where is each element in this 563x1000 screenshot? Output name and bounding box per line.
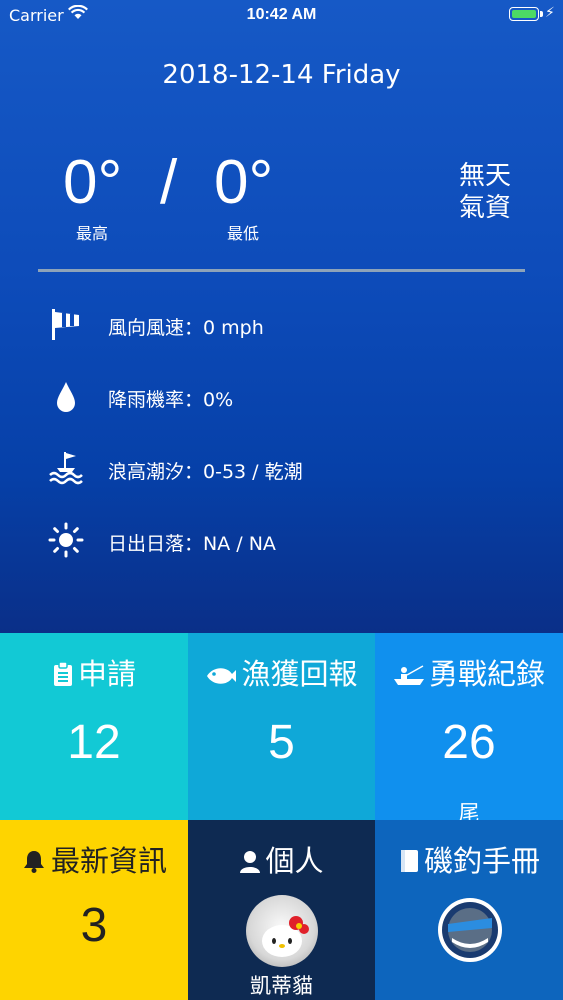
wave-tide-icon bbox=[49, 452, 83, 485]
apply-label: 申請 bbox=[77, 657, 136, 691]
news-label: 最新資訊 bbox=[50, 844, 167, 878]
battle-record-count: 26 bbox=[442, 716, 496, 769]
clipboard-icon bbox=[53, 661, 72, 686]
fishing-boat-icon bbox=[393, 665, 424, 685]
battle-record-tile[interactable]: 勇戰紀錄 26 尾 bbox=[375, 633, 563, 820]
avatar[interactable] bbox=[246, 895, 318, 967]
apply-count: 12 bbox=[67, 716, 121, 769]
status-bar: Carrier 10:42 AM ⚡ bbox=[0, 0, 563, 30]
low-temperature: 0° bbox=[214, 148, 274, 217]
apply-tile[interactable]: 申請 12 bbox=[0, 633, 188, 820]
battle-record-label: 勇戰紀錄 bbox=[428, 657, 545, 691]
low-temperature-label: 最低 bbox=[226, 224, 259, 243]
keelung-logo bbox=[438, 898, 502, 962]
book-icon bbox=[400, 850, 418, 872]
high-temperature: 0° bbox=[63, 148, 123, 217]
charging-icon: ⚡ bbox=[545, 5, 555, 21]
catch-report-label: 漁獲回報 bbox=[241, 657, 358, 691]
user-name: 凱蒂貓 bbox=[250, 974, 313, 998]
battery-icon bbox=[509, 7, 543, 21]
personal-label: 個人 bbox=[265, 844, 324, 878]
wind-text: 風向風速：0 mph bbox=[108, 317, 264, 339]
battle-record-unit: 尾 bbox=[458, 801, 480, 820]
weather-condition: 無天氣資 bbox=[458, 161, 511, 223]
news-tile[interactable]: 最新資訊 3 bbox=[0, 820, 188, 1000]
weather-panel: Carrier 10:42 AM ⚡ 2018-12-14 Friday 0° … bbox=[0, 0, 563, 633]
raindrop-icon bbox=[57, 382, 75, 412]
windsock-icon bbox=[52, 309, 79, 340]
news-count: 3 bbox=[80, 899, 108, 952]
status-time: 10:42 AM bbox=[246, 6, 317, 23]
bell-icon bbox=[23, 851, 44, 873]
rain-text: 降雨機率：0% bbox=[108, 389, 234, 411]
catch-report-tile[interactable]: 漁獲回報 5 bbox=[188, 633, 375, 820]
divider bbox=[38, 269, 525, 272]
sunrise-sunset-text: 日出日落：NA / NA bbox=[108, 533, 276, 555]
person-icon bbox=[240, 851, 261, 873]
temperature-separator: / bbox=[160, 148, 178, 217]
high-temperature-label: 最高 bbox=[75, 224, 108, 243]
catch-report-count: 5 bbox=[268, 716, 295, 769]
avatar-image bbox=[262, 916, 309, 957]
fish-icon bbox=[207, 668, 237, 684]
fishing-manual-tile[interactable]: 磯釣手冊 bbox=[375, 820, 563, 1000]
tide-text: 浪高潮汐：0-53 / 乾潮 bbox=[108, 461, 303, 483]
personal-tile[interactable]: 個人 凱蒂貓 bbox=[188, 820, 375, 1000]
fishing-manual-label: 磯釣手冊 bbox=[423, 844, 540, 878]
sun-icon bbox=[48, 522, 84, 558]
date-label: 2018-12-14 Friday bbox=[162, 60, 401, 90]
